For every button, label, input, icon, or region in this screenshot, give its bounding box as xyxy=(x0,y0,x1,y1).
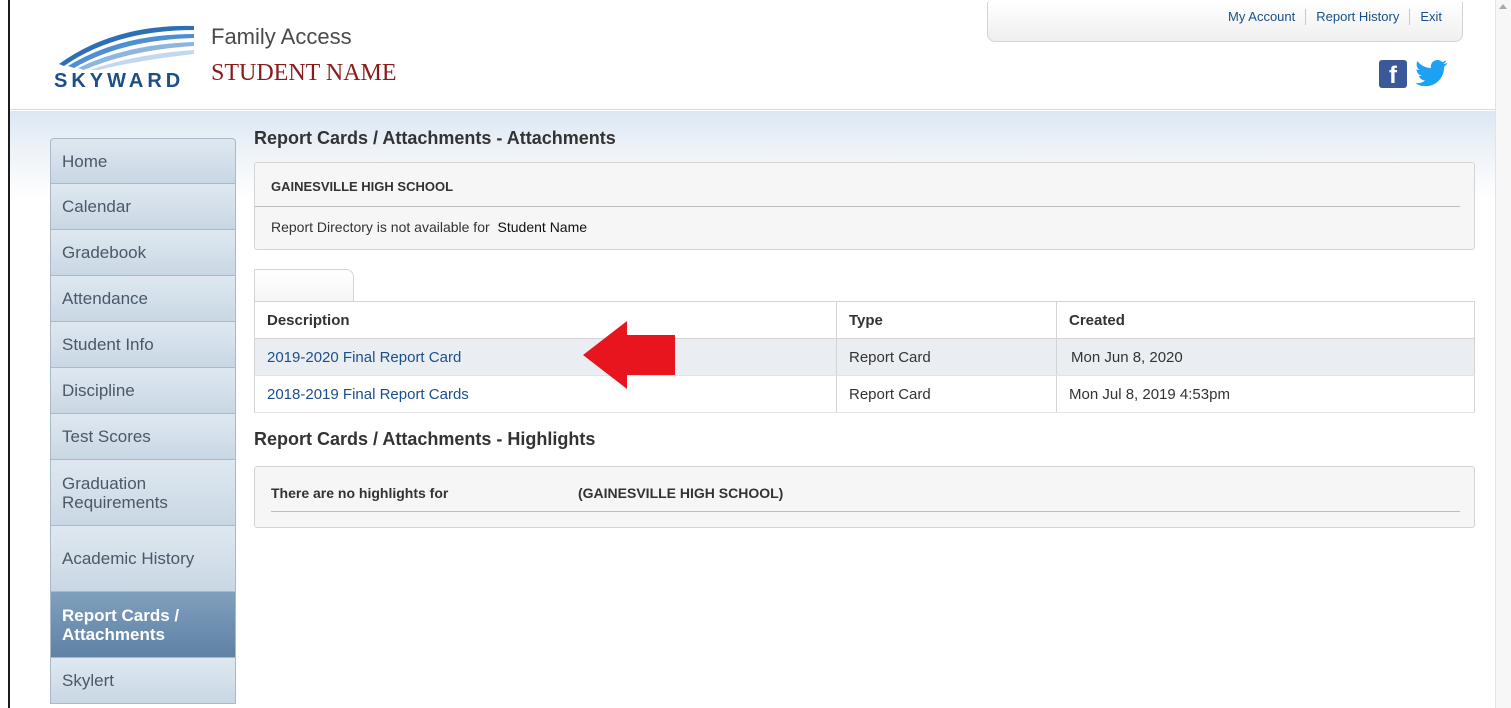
column-header-created[interactable]: Created xyxy=(1056,301,1475,339)
report-card-link-2018-2019[interactable]: 2018-2019 Final Report Cards xyxy=(267,386,469,403)
sidebar-item-home[interactable]: Home xyxy=(50,138,236,184)
row-description-cell: 2018-2019 Final Report Cards xyxy=(254,375,837,413)
skyward-swoosh-icon xyxy=(59,25,194,70)
table-row: 2018-2019 Final Report Cards Report Card… xyxy=(254,375,1475,413)
attachments-title: Report Cards / Attachments - Attachments xyxy=(254,128,616,148)
row-created-cell: Mon Jun 8, 2020 xyxy=(1056,338,1475,376)
highlights-title: Report Cards / Attachments - Highlights xyxy=(254,429,596,449)
app-title: Family Access xyxy=(211,24,352,49)
account-links-bar: My Account Report History Exit xyxy=(987,2,1463,42)
table-row: 2019-2020 Final Report Card Report Card … xyxy=(254,338,1475,376)
no-highlights-text: There are no highlights for xyxy=(271,485,449,501)
report-history-link[interactable]: Report History xyxy=(1305,8,1409,25)
sidebar-item-skylert[interactable]: Skylert xyxy=(50,658,236,704)
row-description-cell: 2019-2020 Final Report Card xyxy=(254,338,837,376)
red-arrow-annotation-icon xyxy=(583,321,675,389)
highlights-school-name: (GAINESVILLE HIGH SCHOOL) xyxy=(578,485,784,501)
row-type-cell: Report Card xyxy=(836,338,1057,376)
vertical-scrollbar[interactable] xyxy=(1495,0,1511,708)
report-directory-text: Report Directory is not available for xyxy=(271,219,490,235)
column-header-description[interactable]: Description xyxy=(254,301,837,339)
sidebar-item-discipline[interactable]: Discipline xyxy=(50,368,236,414)
my-account-link[interactable]: My Account xyxy=(1218,9,1305,25)
sidebar-item-graduation-requirements[interactable]: Graduation Requirements xyxy=(50,460,236,526)
report-directory-message: Report Directory is not available for St… xyxy=(255,207,1474,247)
row-type-cell: Report Card xyxy=(836,375,1057,413)
sidebar-item-student-info[interactable]: Student Info xyxy=(50,322,236,368)
twitter-icon[interactable] xyxy=(1414,58,1448,90)
highlights-divider xyxy=(271,511,1460,512)
attachments-tab[interactable] xyxy=(254,269,354,302)
column-header-type[interactable]: Type xyxy=(836,301,1057,339)
facebook-icon[interactable]: f xyxy=(1379,60,1407,89)
row-created-cell: Mon Jul 8, 2019 4:53pm xyxy=(1056,375,1475,413)
page-header: SKYWARD Family Access STUDENT NAME My Ac… xyxy=(10,0,1495,110)
sidebar-nav: Home Calendar Gradebook Attendance Stude… xyxy=(50,138,236,704)
sidebar-item-attendance[interactable]: Attendance xyxy=(50,276,236,322)
school-info-panel: GAINESVILLE HIGH SCHOOL Report Directory… xyxy=(254,162,1475,250)
exit-link[interactable]: Exit xyxy=(1409,8,1452,25)
sidebar-item-test-scores[interactable]: Test Scores xyxy=(50,414,236,460)
sidebar-item-academic-history[interactable]: Academic History xyxy=(50,526,236,592)
logo-text: SKYWARD xyxy=(54,70,185,92)
report-card-link-2019-2020[interactable]: 2019-2020 Final Report Card xyxy=(267,349,461,366)
report-student-name: Student Name xyxy=(497,219,588,235)
sidebar-item-gradebook[interactable]: Gradebook xyxy=(50,230,236,276)
scroll-up-arrow-icon[interactable] xyxy=(1499,4,1507,9)
highlights-panel: There are no highlights for (GAINESVILLE… xyxy=(254,466,1475,528)
student-name: STUDENT NAME xyxy=(211,60,397,86)
school-name: GAINESVILLE HIGH SCHOOL xyxy=(255,163,1460,207)
skyward-logo: SKYWARD xyxy=(54,20,204,92)
sidebar-item-report-cards[interactable]: Report Cards / Attachments xyxy=(50,592,236,658)
table-header-row: Description Type Created xyxy=(254,301,1475,339)
sidebar-item-calendar[interactable]: Calendar xyxy=(50,184,236,230)
main-content: Report Cards / Attachments - Attachments… xyxy=(254,124,1475,528)
attachments-table: Description Type Created 2019-2020 Final… xyxy=(254,301,1475,413)
